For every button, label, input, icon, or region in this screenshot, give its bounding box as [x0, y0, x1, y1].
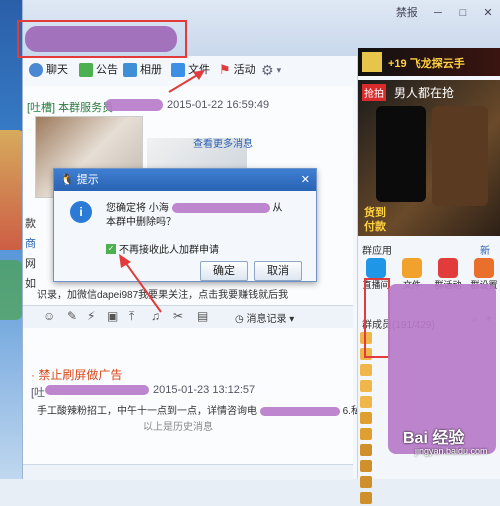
desktop-background: [0, 0, 24, 479]
annotation-arrows: [119, 70, 205, 313]
arrow-to-file: [168, 73, 200, 93]
watermark: Bai 经验: [403, 430, 465, 447]
arrowhead: [119, 254, 131, 268]
avatar: [360, 492, 372, 504]
arrow-to-checkbox: [124, 261, 162, 313]
qq-group-window: 禁报 ─ □ ✕ 聊天 公告 相册 文件 ⚑ 活动 ⚙ ▾ [吐槽] 本群服务员…: [17, 0, 500, 504]
list-item[interactable]: [360, 490, 500, 506]
desktop-decoration: [0, 130, 24, 250]
watermark-url: jingyan.baidu.com: [415, 446, 488, 456]
desktop-decoration: [0, 260, 22, 320]
arrowhead: [193, 70, 205, 80]
